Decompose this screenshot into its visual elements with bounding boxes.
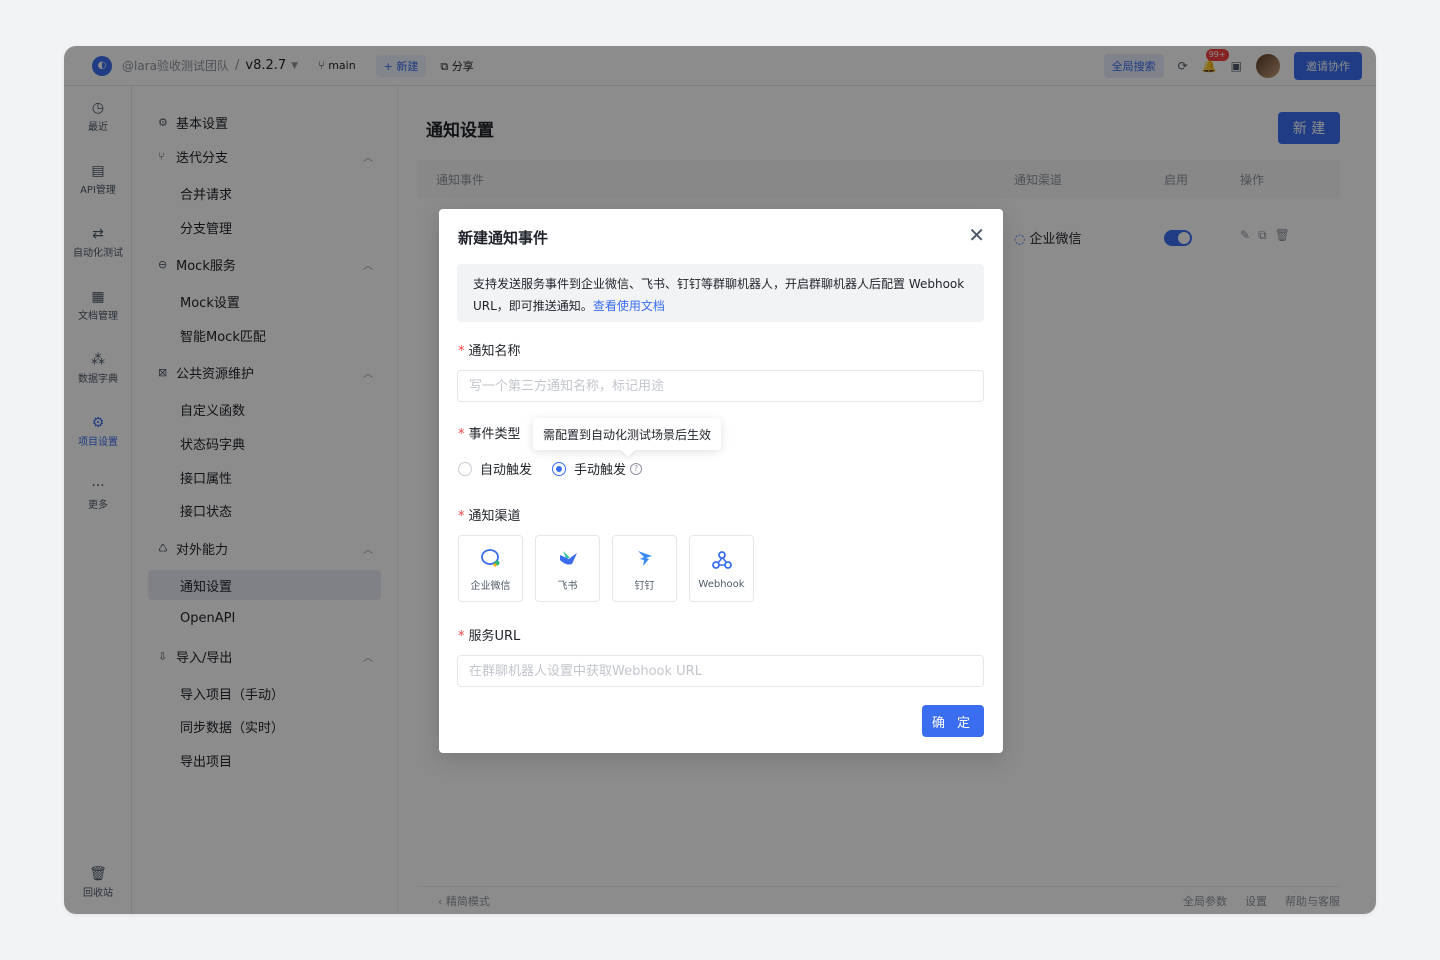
radio-auto-trigger[interactable] bbox=[458, 461, 472, 476]
radio-label-auto[interactable]: 自动触发 bbox=[480, 459, 532, 478]
channel-label: * 通知渠道 bbox=[458, 505, 521, 524]
info-tip: 支持发送服务事件到企业微信、飞书、钉钉等群聊机器人，开启群聊机器人后配置 Web… bbox=[457, 264, 984, 322]
question-icon[interactable]: ? bbox=[630, 462, 643, 475]
label-text: 通知渠道 bbox=[468, 509, 521, 524]
label-text: 事件类型 bbox=[468, 427, 521, 442]
radio-manual-trigger[interactable] bbox=[552, 461, 567, 476]
label-text: 服务URL bbox=[468, 629, 521, 644]
tip-text: 支持发送服务事件到企业微信、飞书、钉钉等群聊机器人，开启群聊机器人后配置 Web… bbox=[473, 277, 965, 313]
notification-name-input[interactable] bbox=[457, 370, 984, 402]
required-mark: * bbox=[458, 629, 465, 644]
event-type-tooltip: 需配置到自动化测试场景后生效 bbox=[533, 418, 722, 450]
channel-wecom[interactable]: 企业微信 bbox=[458, 535, 523, 602]
required-mark: * bbox=[458, 509, 465, 524]
channel-webhook[interactable]: Webhook bbox=[689, 535, 754, 602]
event-type-label: * 事件类型 bbox=[458, 423, 521, 442]
close-icon[interactable]: ✕ bbox=[968, 223, 985, 247]
channel-feishu[interactable]: 飞书 bbox=[535, 535, 600, 602]
dingtalk-icon bbox=[632, 545, 658, 571]
docs-link[interactable]: 查看使用文档 bbox=[593, 299, 665, 313]
label-text: 通知名称 bbox=[468, 344, 521, 359]
radio-label-manual[interactable]: 手动触发 bbox=[574, 459, 626, 478]
webhook-icon bbox=[709, 547, 735, 573]
required-mark: * bbox=[458, 344, 465, 359]
url-field-label: * 服务URL bbox=[458, 625, 520, 644]
confirm-button[interactable]: 确 定 bbox=[922, 705, 984, 737]
feishu-icon bbox=[555, 545, 581, 571]
channel-label-text: 飞书 bbox=[557, 581, 578, 592]
modal-title: 新建通知事件 bbox=[458, 229, 549, 247]
channel-label-text: Webhook bbox=[698, 579, 745, 590]
event-type-radio-group: 自动触发 手动触发 ? bbox=[458, 459, 643, 478]
channel-options: 企业微信 飞书 钉钉 Webhook bbox=[458, 535, 754, 602]
service-url-input[interactable] bbox=[457, 655, 984, 687]
channel-label-text: 企业微信 bbox=[470, 581, 511, 592]
required-mark: * bbox=[458, 427, 465, 442]
channel-label-text: 钉钉 bbox=[634, 581, 655, 592]
channel-dingtalk[interactable]: 钉钉 bbox=[612, 535, 677, 602]
name-field-label: * 通知名称 bbox=[458, 340, 521, 359]
wecom-icon bbox=[478, 545, 504, 571]
new-notification-modal: 新建通知事件 ✕ 支持发送服务事件到企业微信、飞书、钉钉等群聊机器人，开启群聊机… bbox=[439, 209, 1003, 753]
